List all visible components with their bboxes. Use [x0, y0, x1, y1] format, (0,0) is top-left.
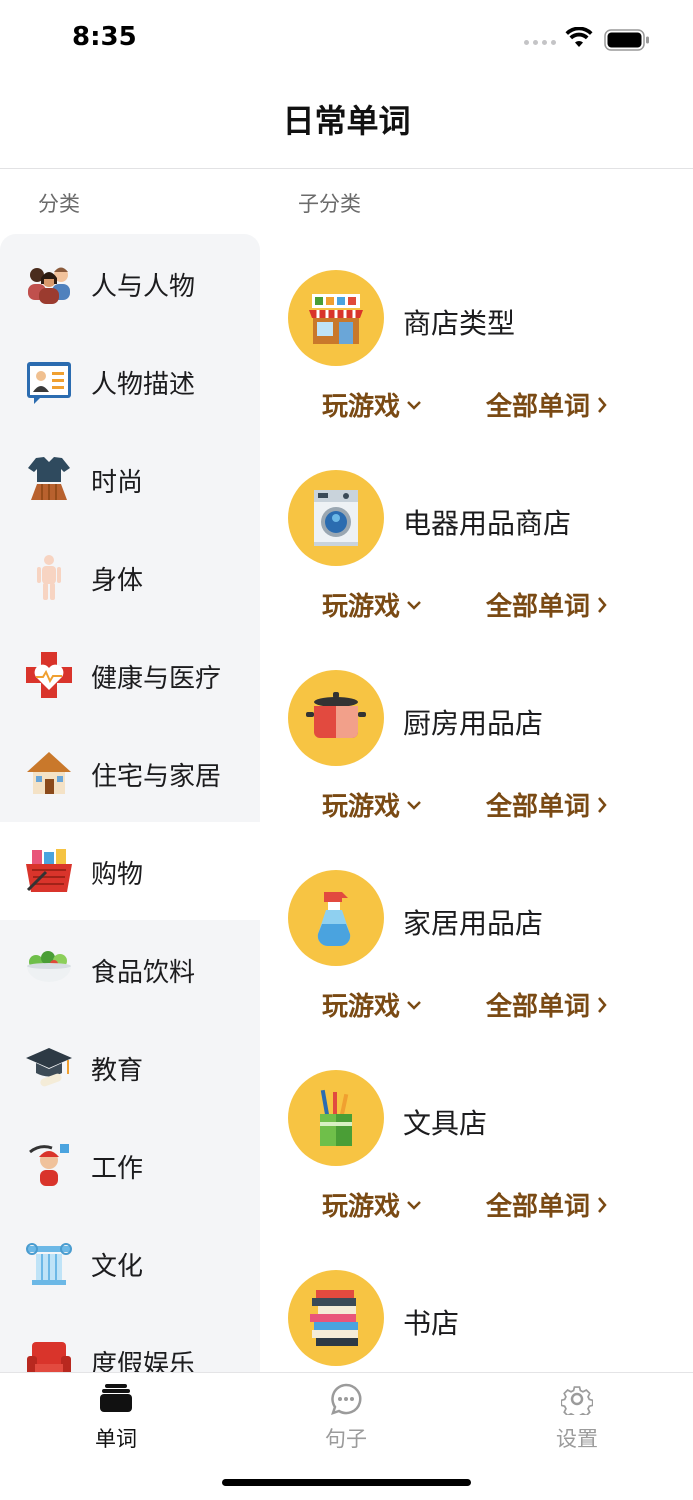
chevron-right-icon: [598, 1196, 607, 1213]
washing-machine-icon: [288, 470, 384, 566]
subcategory-title: 家居用品店: [403, 907, 544, 940]
chevron-down-icon: [407, 1200, 421, 1210]
sidebar-item-home[interactable]: 住宅与家居: [0, 724, 260, 822]
house-icon: [27, 752, 71, 794]
sidebar-item-body[interactable]: 身体: [0, 528, 260, 626]
subcategory-card[interactable]: 厨房用品店 玩游戏 全部单词: [286, 670, 686, 870]
armchair-icon: [27, 1342, 71, 1372]
sidebar-item-label: 人物描述: [91, 370, 196, 400]
sidebar-item-label: 住宅与家居: [91, 762, 222, 792]
worker-icon: [29, 1144, 69, 1186]
subcategory-title: 电器用品商店: [403, 507, 572, 540]
status-time: 8:35: [72, 22, 137, 52]
chevron-right-icon: [598, 996, 607, 1013]
cards-icon: [100, 1384, 132, 1412]
body-icon: [37, 555, 61, 600]
all-words-button[interactable]: 全部单词: [486, 586, 608, 623]
sidebar-item-culture[interactable]: 文化: [0, 1214, 260, 1312]
play-game-button[interactable]: 玩游戏: [322, 586, 422, 623]
chevron-down-icon: [407, 600, 421, 610]
column-icon: [26, 1243, 72, 1285]
wifi-icon: [565, 27, 593, 47]
play-game-button[interactable]: 玩游戏: [322, 1186, 422, 1223]
chevron-right-icon: [598, 596, 607, 613]
cellular-signal-icon: [524, 40, 556, 45]
category-header: 分类: [38, 192, 80, 216]
sidebar-item-work[interactable]: 工作: [0, 1116, 260, 1214]
chevron-right-icon: [598, 396, 607, 413]
chevron-down-icon: [407, 400, 421, 410]
sidebar-item-label: 时尚: [91, 468, 144, 498]
category-sidebar: 人与人物 人物描述 时尚 身体 健康与医疗 住宅与家居 购物 食品饮料 教育 工…: [0, 234, 260, 1372]
all-words-button[interactable]: 全部单词: [486, 1186, 608, 1223]
sidebar-item-leisure[interactable]: 度假娱乐: [0, 1312, 260, 1372]
sidebar-item-label: 身体: [91, 566, 144, 596]
play-game-button[interactable]: 玩游戏: [322, 786, 422, 823]
sidebar-item-label: 教育: [91, 1056, 144, 1086]
cooking-pot-icon: [288, 670, 384, 766]
chat-bubble-icon: [331, 1383, 362, 1415]
storefront-icon: [288, 270, 384, 366]
subcategory-title: 商店类型: [403, 307, 516, 340]
chevron-right-icon: [598, 796, 607, 813]
shopping-basket-icon: [26, 849, 72, 892]
sidebar-item-label: 人与人物: [91, 272, 196, 302]
nav-divider: [0, 168, 693, 169]
gear-icon: [561, 1386, 593, 1415]
tab-settings[interactable]: 设置: [507, 1373, 647, 1463]
battery-icon: [604, 29, 649, 51]
all-words-button[interactable]: 全部单词: [486, 986, 608, 1023]
page-title: 日常单词: [282, 102, 411, 140]
sidebar-item-label: 工作: [91, 1154, 144, 1184]
status-bar: 8:35: [0, 0, 693, 80]
chevron-down-icon: [407, 1000, 421, 1010]
subcategory-title: 文具店: [403, 1107, 488, 1140]
tab-label: 单词: [95, 1427, 137, 1451]
people-icon: [28, 267, 70, 304]
sidebar-item-label: 食品饮料: [91, 958, 196, 988]
subcategory-title: 厨房用品店: [403, 707, 544, 740]
tab-label: 句子: [325, 1427, 367, 1451]
tab-label: 设置: [556, 1427, 598, 1451]
pencil-cup-icon: [288, 1070, 384, 1166]
spray-bottle-icon: [288, 870, 384, 966]
sidebar-item-label: 度假娱乐: [91, 1350, 196, 1372]
sidebar-item-shopping[interactable]: 购物: [0, 822, 260, 920]
subcategory-card[interactable]: 家居用品店 玩游戏 全部单词: [286, 870, 686, 1070]
tab-words[interactable]: 单词: [46, 1373, 186, 1463]
subcategory-card[interactable]: 文具店 玩游戏 全部单词: [286, 1070, 686, 1270]
sidebar-item-health[interactable]: 健康与医疗: [0, 626, 260, 724]
tab-sentences[interactable]: 句子: [276, 1373, 416, 1463]
home-indicator[interactable]: [222, 1479, 471, 1486]
sidebar-item-fashion[interactable]: 时尚: [0, 430, 260, 528]
sidebar-item-people[interactable]: 人与人物: [0, 234, 260, 332]
subcategory-header: 子分类: [298, 192, 361, 216]
sidebar-item-description[interactable]: 人物描述: [0, 332, 260, 430]
salad-bowl-icon: [27, 951, 71, 982]
graduation-cap-icon: [26, 1048, 72, 1087]
all-words-button[interactable]: 全部单词: [486, 386, 608, 423]
all-words-button[interactable]: 全部单词: [486, 786, 608, 823]
book-stack-icon: [288, 1270, 384, 1366]
health-heart-icon: [26, 652, 72, 698]
play-game-button[interactable]: 玩游戏: [322, 386, 422, 423]
sidebar-item-food[interactable]: 食品饮料: [0, 920, 260, 1018]
sidebar-item-label: 文化: [91, 1252, 144, 1282]
subcategory-card[interactable]: 商店类型 玩游戏 全部单词: [286, 270, 686, 470]
play-game-button[interactable]: 玩游戏: [322, 986, 422, 1023]
chevron-down-icon: [407, 800, 421, 810]
subcategory-title: 书店: [403, 1307, 460, 1340]
clothing-icon: [28, 457, 70, 500]
subcategory-card[interactable]: 电器用品商店 玩游戏 全部单词: [286, 470, 686, 670]
sidebar-item-label: 购物: [91, 860, 144, 890]
sidebar-item-education[interactable]: 教育: [0, 1018, 260, 1116]
profile-card-icon: [27, 362, 71, 404]
sidebar-item-label: 健康与医疗: [91, 664, 222, 694]
subcategory-card[interactable]: 书店: [286, 1270, 686, 1370]
